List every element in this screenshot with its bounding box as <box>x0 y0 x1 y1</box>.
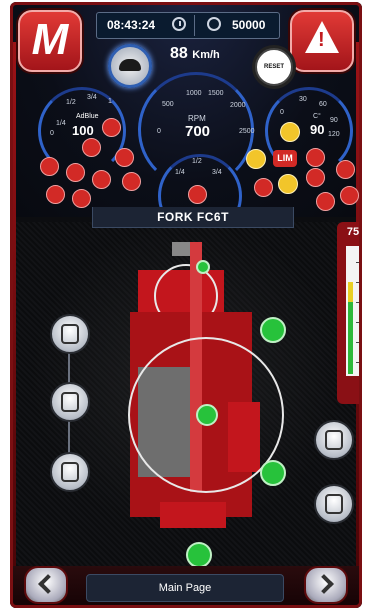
temp-tick: 90 <box>330 117 338 124</box>
boom-tip-indicator <box>196 260 210 274</box>
machine-display: M ! 08:43:24 50000 88 Km/h RESET 1/4 1/2… <box>10 2 362 608</box>
hour-meter-value: 50000 <box>232 18 266 32</box>
fuel-tick: 1/4 <box>175 169 185 176</box>
axle-icon <box>325 430 343 450</box>
axle-lock-icon <box>246 149 266 169</box>
service-icon <box>278 174 298 194</box>
filter-warning-icon <box>115 148 134 167</box>
adblue-value: 100 <box>72 123 94 138</box>
engine-warning-icon <box>82 138 101 157</box>
stabilizer-icon <box>340 186 359 205</box>
scale-tick <box>356 282 362 283</box>
chevron-left-icon <box>38 574 58 594</box>
temp-tick: 0 <box>280 109 284 116</box>
center-pivot-indicator <box>196 404 218 426</box>
steering-mode-four-wheel-button[interactable] <box>50 452 90 492</box>
previous-page-button[interactable] <box>24 566 68 604</box>
logo-button[interactable]: M <box>18 10 82 72</box>
fuel-tick: 3/4 <box>212 169 222 176</box>
adblue-tick: 1/2 <box>66 99 76 106</box>
next-page-button[interactable] <box>304 566 348 604</box>
axle-warning-icon <box>306 148 325 167</box>
rpm-tick: 500 <box>162 101 174 108</box>
speed-value: 88 <box>170 45 188 62</box>
steering-mode-front-button[interactable] <box>50 314 90 354</box>
scale-tick <box>356 262 362 263</box>
boom-tip <box>172 242 190 256</box>
machine-top-view <box>110 242 284 542</box>
scale-tick <box>356 342 362 343</box>
preheat-icon <box>280 122 300 142</box>
rear-axle <box>160 502 226 528</box>
alarm-button[interactable]: ! <box>290 10 354 72</box>
rpm-tick: 1500 <box>208 90 224 97</box>
left-red-edge <box>10 42 16 568</box>
temp-tick: 60 <box>319 101 327 108</box>
adblue-tick: 1 <box>108 98 112 105</box>
adblue-label: AdBlue <box>76 113 99 120</box>
lightning-icon <box>316 192 335 211</box>
steering-mode-icon <box>61 462 79 482</box>
warning-triangle-icon: ! <box>305 21 339 53</box>
load-scale-yellow <box>348 282 353 302</box>
page-label: Main Page <box>86 574 284 602</box>
adblue-tick: 0 <box>50 130 54 137</box>
scale-tick <box>356 302 362 303</box>
speed-readout: 88 Km/h <box>170 45 220 63</box>
hydraulic-warning-icon <box>40 157 59 176</box>
battery-icon <box>92 170 111 189</box>
clock-icon <box>172 17 186 31</box>
parking-brake-icon <box>46 185 65 204</box>
warning-mark: ! <box>318 29 325 51</box>
turtle-mode-button[interactable] <box>108 44 152 88</box>
steering-mode-crab-button[interactable] <box>50 382 90 422</box>
machine-title: FORK FC6T <box>92 207 294 228</box>
adblue-tick: 3/4 <box>87 94 97 101</box>
rpm-tick: 2000 <box>230 102 246 109</box>
rpm-tick: 0 <box>157 128 161 135</box>
rpm-tick: 2500 <box>239 128 255 135</box>
steering-mode-icon <box>61 324 79 344</box>
status-bar: 08:43:24 50000 <box>96 12 280 39</box>
seat-belt-icon <box>336 160 355 179</box>
rpm-label: RPM <box>188 114 206 123</box>
axle-align-button[interactable] <box>314 420 354 460</box>
steering-mode-icon <box>61 392 79 412</box>
temp-unit: C° <box>313 113 321 120</box>
jib-icon <box>325 494 343 514</box>
temp-warning-icon <box>254 178 273 197</box>
front-axle-lock-indicator[interactable] <box>260 317 286 343</box>
chevron-right-icon <box>314 574 334 594</box>
scale-tick <box>356 362 362 363</box>
rear-axle-lock-indicator[interactable] <box>260 460 286 486</box>
temp-tick: 30 <box>299 96 307 103</box>
temp-tick: 120 <box>328 131 340 138</box>
adblue-tick: 1/4 <box>56 120 66 127</box>
oil-level-icon <box>66 163 85 182</box>
rpm-value: 700 <box>185 123 211 140</box>
load-scale-green <box>348 302 353 374</box>
load-scale: 75 <box>337 222 362 404</box>
speed-unit: Km/h <box>192 49 220 61</box>
transmission-icon <box>122 172 141 191</box>
scale-tick <box>356 322 362 323</box>
gear-warning-icon <box>306 168 325 187</box>
jib-button[interactable] <box>314 484 354 524</box>
fuel-icon <box>188 185 207 204</box>
clock-time: 08:43:24 <box>107 18 156 32</box>
hour-meter-icon <box>207 17 221 31</box>
status-divider <box>194 15 195 36</box>
temp-value: 90 <box>310 122 325 137</box>
reset-button[interactable]: RESET <box>255 48 293 86</box>
oil-pressure-icon <box>72 189 91 208</box>
fuel-tick: 1/2 <box>192 158 202 165</box>
rear-stabilizer-indicator[interactable] <box>186 542 212 568</box>
rpm-tick: 1000 <box>186 90 202 97</box>
limit-indicator: LIM <box>273 150 297 167</box>
adblue-warning-icon <box>102 118 121 137</box>
load-scale-value: 75 <box>346 226 360 238</box>
